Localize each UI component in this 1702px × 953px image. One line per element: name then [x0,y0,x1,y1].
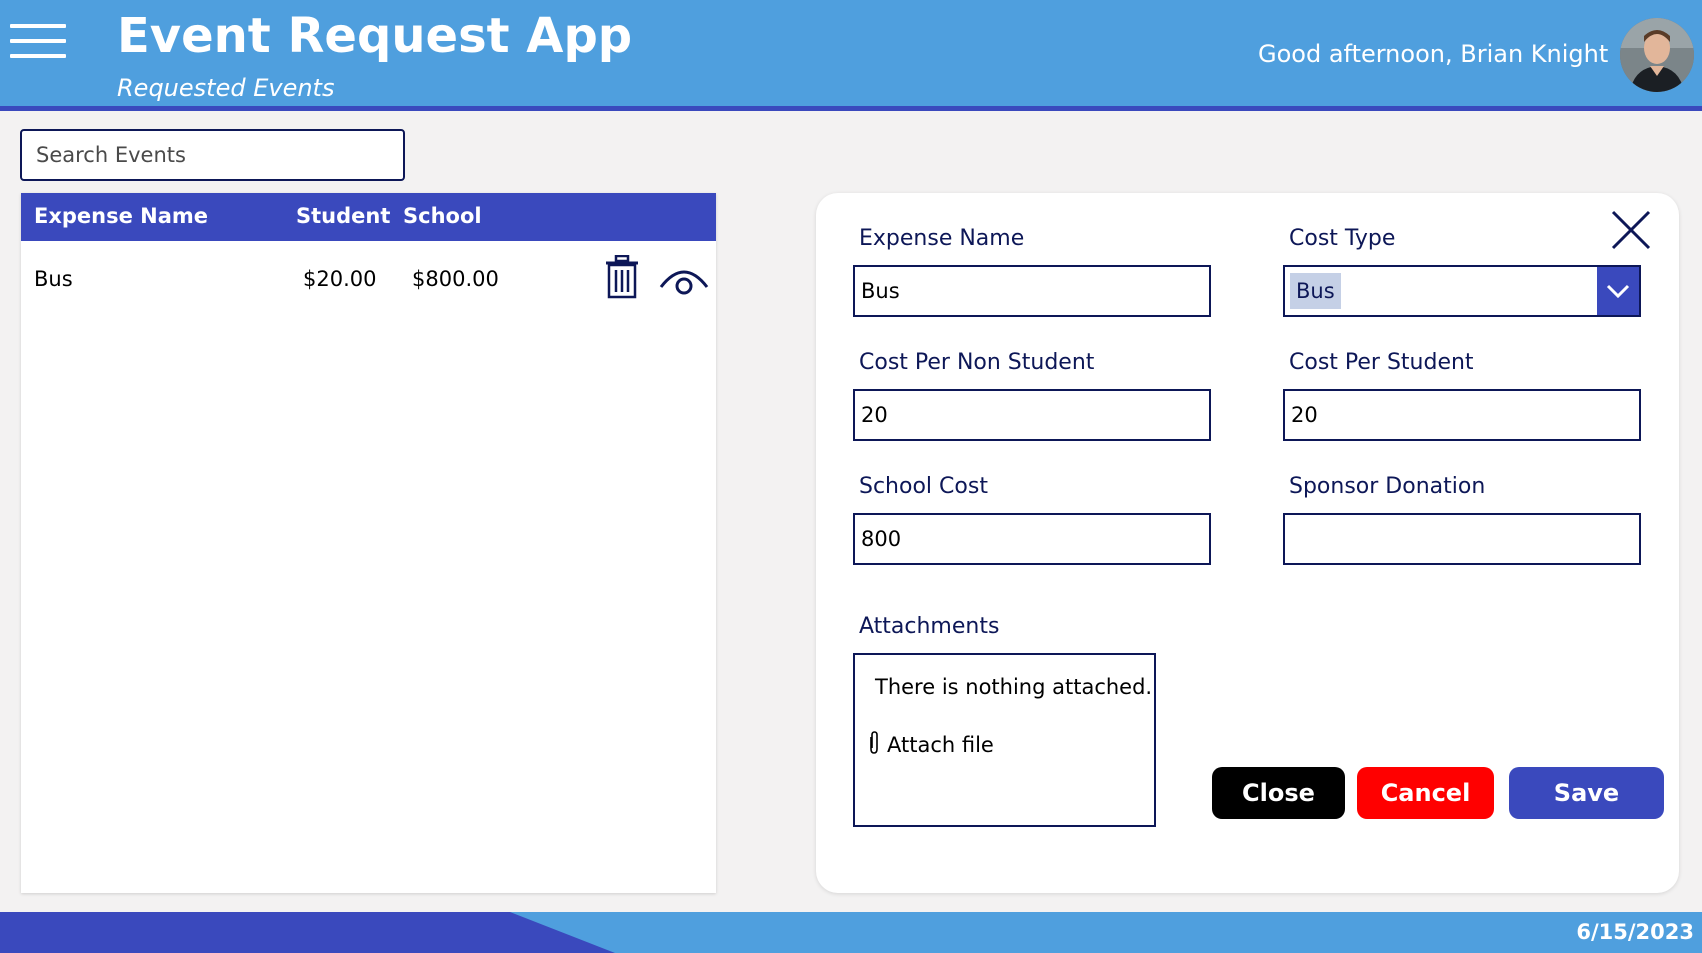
row-expense-name: Bus [34,267,73,291]
search-input[interactable] [20,129,405,181]
sponsor-donation-field[interactable] [1283,513,1641,565]
column-header-student[interactable]: Student [296,204,390,228]
school-cost-label: School Cost [859,474,988,499]
sponsor-donation-label: Sponsor Donation [1289,474,1486,499]
footer-banner-shape [0,912,615,953]
cost-type-dropdown[interactable]: Bus [1283,265,1641,317]
user-avatar[interactable] [1620,18,1694,92]
hamburger-menu-icon[interactable] [10,24,66,60]
view-eye-icon[interactable] [658,261,710,301]
app-footer: 6/15/2023 [0,912,1702,953]
list-header: Expense Name Student School [21,193,716,241]
attachments-label: Attachments [859,614,1000,639]
save-button[interactable]: Save [1509,767,1664,819]
app-header: Event Request App Requested Events Good … [0,0,1702,111]
expense-form: Expense Name Cost Type Bus Cost Per Non … [816,193,1679,893]
expense-name-field[interactable] [853,265,1211,317]
footer-date: 6/15/2023 [1576,920,1694,944]
paperclip-icon [867,731,887,757]
column-header-school[interactable]: School [403,204,482,228]
attachments-empty-text: There is nothing attached. [875,675,1153,699]
attachments-box: There is nothing attached. Attach file [853,653,1156,827]
cost-type-selected-value: Bus [1290,273,1341,309]
trash-icon[interactable] [605,254,639,303]
attach-file-label: Attach file [887,733,994,757]
row-student-cost: $20.00 [303,267,377,291]
user-greeting: Good afternoon, Brian Knight [1258,40,1609,68]
cancel-button[interactable]: Cancel [1357,767,1494,819]
cost-non-student-field[interactable] [853,389,1211,441]
page-subtitle: Requested Events [117,74,335,102]
events-list: Expense Name Student School Bus $20.00 $… [21,193,716,893]
app-title: Event Request App [117,8,633,64]
list-item[interactable]: Bus $20.00 $800.00 [21,241,716,327]
cost-type-label: Cost Type [1289,226,1396,251]
cost-non-student-label: Cost Per Non Student [859,350,1095,375]
row-school-cost: $800.00 [412,267,499,291]
cost-student-field[interactable] [1283,389,1641,441]
attach-file-link[interactable]: Attach file [867,731,994,757]
close-button[interactable]: Close [1212,767,1345,819]
chevron-down-icon[interactable] [1597,267,1639,315]
expense-name-label: Expense Name [859,226,1025,251]
school-cost-field[interactable] [853,513,1211,565]
column-header-expense-name[interactable]: Expense Name [34,204,208,228]
cost-student-label: Cost Per Student [1289,350,1474,375]
close-icon[interactable] [1610,209,1652,251]
